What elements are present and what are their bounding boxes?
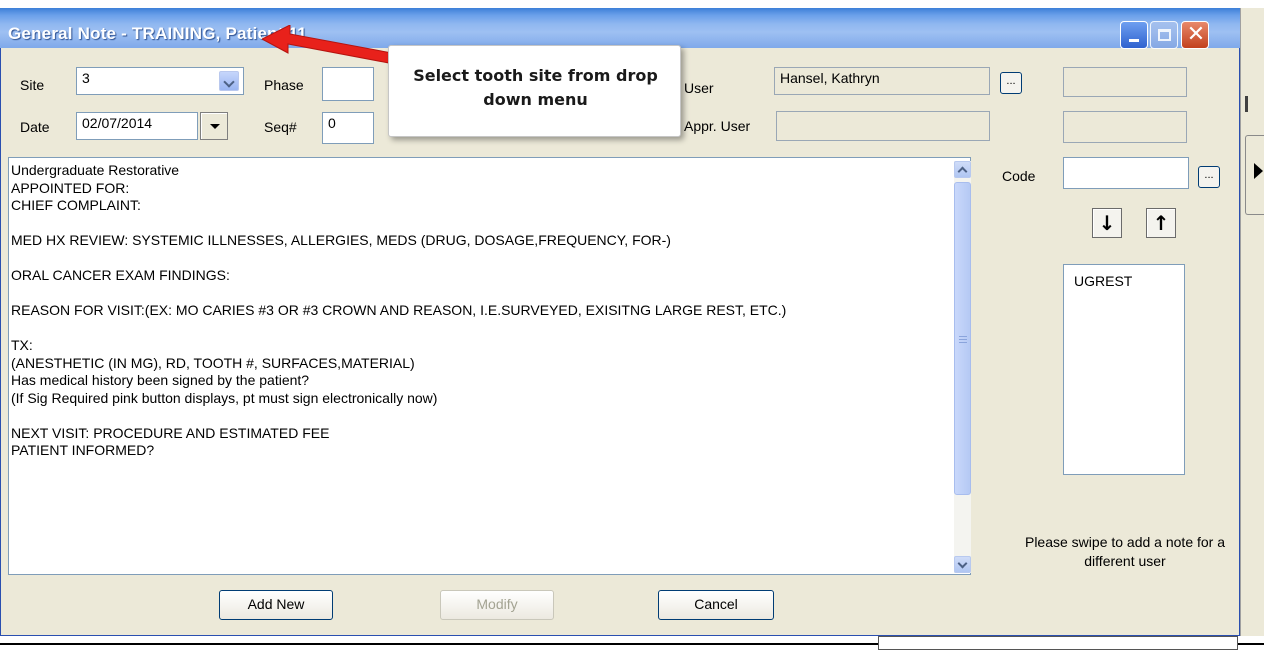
scroll-down-icon[interactable]: [954, 556, 971, 573]
arrow-down-icon: ↓: [1098, 211, 1116, 235]
thumb-grip: [959, 339, 967, 340]
close-button[interactable]: ✕: [1181, 21, 1209, 49]
seq-value: 0: [328, 115, 336, 131]
scroll-thumb[interactable]: [954, 182, 971, 495]
user-field: Hansel, Kathryn: [774, 67, 990, 95]
background-window-marker: [1245, 96, 1248, 112]
code-input[interactable]: [1063, 157, 1189, 189]
code-list[interactable]: UGREST: [1063, 264, 1185, 475]
minimize-button[interactable]: [1120, 21, 1148, 49]
user-label: User: [684, 80, 714, 96]
annotation-text: Select tooth site from drop down menu: [413, 66, 658, 109]
swipe-message: Please swipe to add a note for a differe…: [1024, 534, 1226, 569]
site-dropdown-arrow-icon[interactable]: [219, 71, 239, 91]
date-input[interactable]: 02/07/2014: [76, 112, 198, 140]
seq-input[interactable]: 0: [322, 112, 374, 144]
date-dropdown-button[interactable]: [200, 112, 228, 140]
code-list-item[interactable]: UGREST: [1074, 273, 1132, 289]
user-value: Hansel, Kathryn: [780, 70, 880, 86]
title-bar[interactable]: General Note - TRAINING, Patient 11 ✕: [0, 8, 1240, 49]
close-icon: ✕: [1186, 22, 1206, 47]
appr-user-extra-field: [1063, 111, 1187, 143]
move-up-button[interactable]: ↑: [1146, 208, 1176, 238]
modify-button: Modify: [440, 590, 554, 620]
seq-label: Seq#: [264, 119, 297, 135]
date-label: Date: [20, 119, 50, 135]
background-field: [878, 636, 1238, 650]
appr-user-field: [776, 111, 990, 141]
annotation-callout: Select tooth site from drop down menu: [388, 45, 681, 137]
maximize-icon: [1158, 29, 1171, 41]
site-value: 3: [82, 70, 90, 86]
thumb-grip: [959, 336, 967, 337]
date-value: 02/07/2014: [82, 115, 153, 131]
user-lookup-button[interactable]: ...: [1000, 72, 1022, 94]
maximize-button: [1150, 21, 1178, 49]
arrow-up-icon: ↑: [1152, 211, 1170, 235]
user-extra-field: [1063, 67, 1187, 97]
add-new-button[interactable]: Add New: [219, 590, 333, 620]
background-window-edge: [1240, 8, 1264, 654]
scroll-up-icon[interactable]: [954, 161, 971, 178]
appr-user-label: Appr. User: [684, 118, 751, 134]
cancel-button[interactable]: Cancel: [658, 590, 774, 620]
code-lookup-button[interactable]: ...: [1198, 166, 1220, 188]
vertical-scrollbar[interactable]: [954, 161, 971, 573]
note-content: Undergraduate Restorative APPOINTED FOR:…: [11, 162, 787, 458]
site-label: Site: [20, 77, 45, 93]
minimize-icon: [1129, 39, 1139, 42]
note-textarea[interactable]: Undergraduate Restorative APPOINTED FOR:…: [8, 157, 971, 575]
thumb-grip: [959, 342, 967, 343]
red-arrow-icon: [262, 25, 393, 64]
move-down-button[interactable]: ↓: [1092, 208, 1122, 238]
expand-arrow-icon: [1254, 163, 1263, 179]
code-label: Code: [1002, 168, 1036, 184]
